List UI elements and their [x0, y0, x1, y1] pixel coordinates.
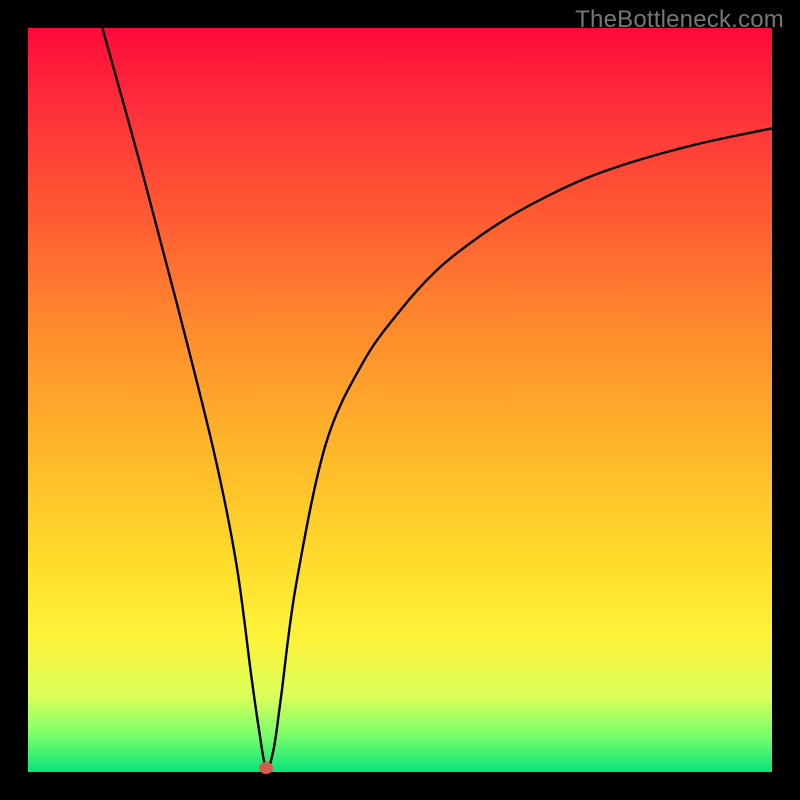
chart-plot-area [28, 28, 772, 772]
curve-svg [28, 28, 772, 772]
bottleneck-curve [102, 28, 772, 769]
minimum-marker [259, 762, 273, 774]
